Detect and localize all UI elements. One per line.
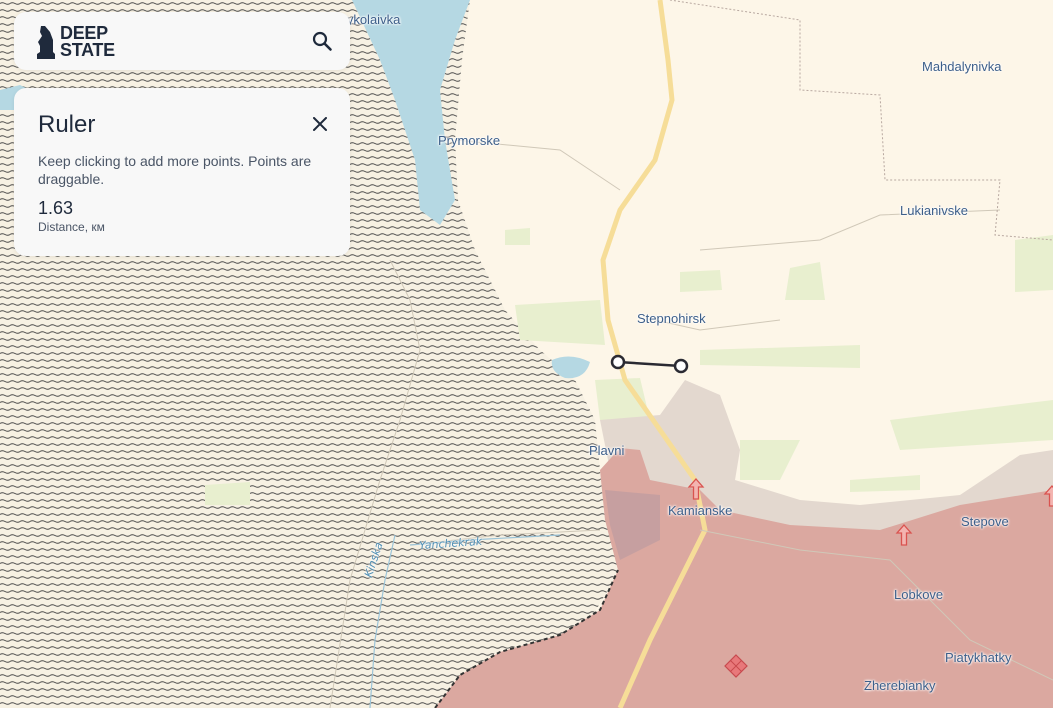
place-label-stepove[interactable]: Stepove xyxy=(961,514,1009,529)
close-button[interactable] xyxy=(310,114,330,134)
place-label-zherebianky[interactable]: Zherebianky xyxy=(864,678,936,693)
ruler-panel: Ruler Keep clicking to add more points. … xyxy=(14,88,350,256)
place-label-prymorske[interactable]: Prymorske xyxy=(438,133,500,148)
place-label-kamianske[interactable]: Kamianske xyxy=(668,503,732,518)
ruler-point-1[interactable] xyxy=(610,354,626,370)
ruler-title: Ruler xyxy=(38,111,96,138)
close-icon xyxy=(313,117,327,131)
place-label-lukianivske[interactable]: Lukianivske xyxy=(900,203,968,218)
knight-logo-icon xyxy=(37,26,55,59)
search-icon xyxy=(312,31,332,51)
arrow-up-icon[interactable] xyxy=(687,478,705,500)
ruler-hint-text: Keep clicking to add more points. Points… xyxy=(38,153,312,187)
search-button[interactable] xyxy=(308,27,336,55)
arrow-up-icon[interactable] xyxy=(895,524,913,546)
place-label-stepnohirsk[interactable]: Stepnohirsk xyxy=(637,311,706,326)
header-panel: DEEP STATE xyxy=(14,12,350,70)
place-label-mahdalynivka[interactable]: Mahdalynivka xyxy=(922,59,1002,74)
distance-label: Distance, км xyxy=(38,220,105,234)
place-label-piatykhatky[interactable]: Piatykhatky xyxy=(945,650,1011,665)
arrow-up-icon[interactable] xyxy=(1043,485,1053,507)
distance-value: 1.63 xyxy=(38,198,74,218)
logo-text-line2: STATE xyxy=(60,40,115,60)
place-label-plavni[interactable]: Plavni xyxy=(589,443,624,458)
place-label-lobkove[interactable]: Lobkove xyxy=(894,587,943,602)
ruler-point-2[interactable] xyxy=(673,358,689,374)
logo-text: DEEP STATE xyxy=(60,24,115,60)
deepstate-logo[interactable]: DEEP STATE xyxy=(36,22,115,62)
